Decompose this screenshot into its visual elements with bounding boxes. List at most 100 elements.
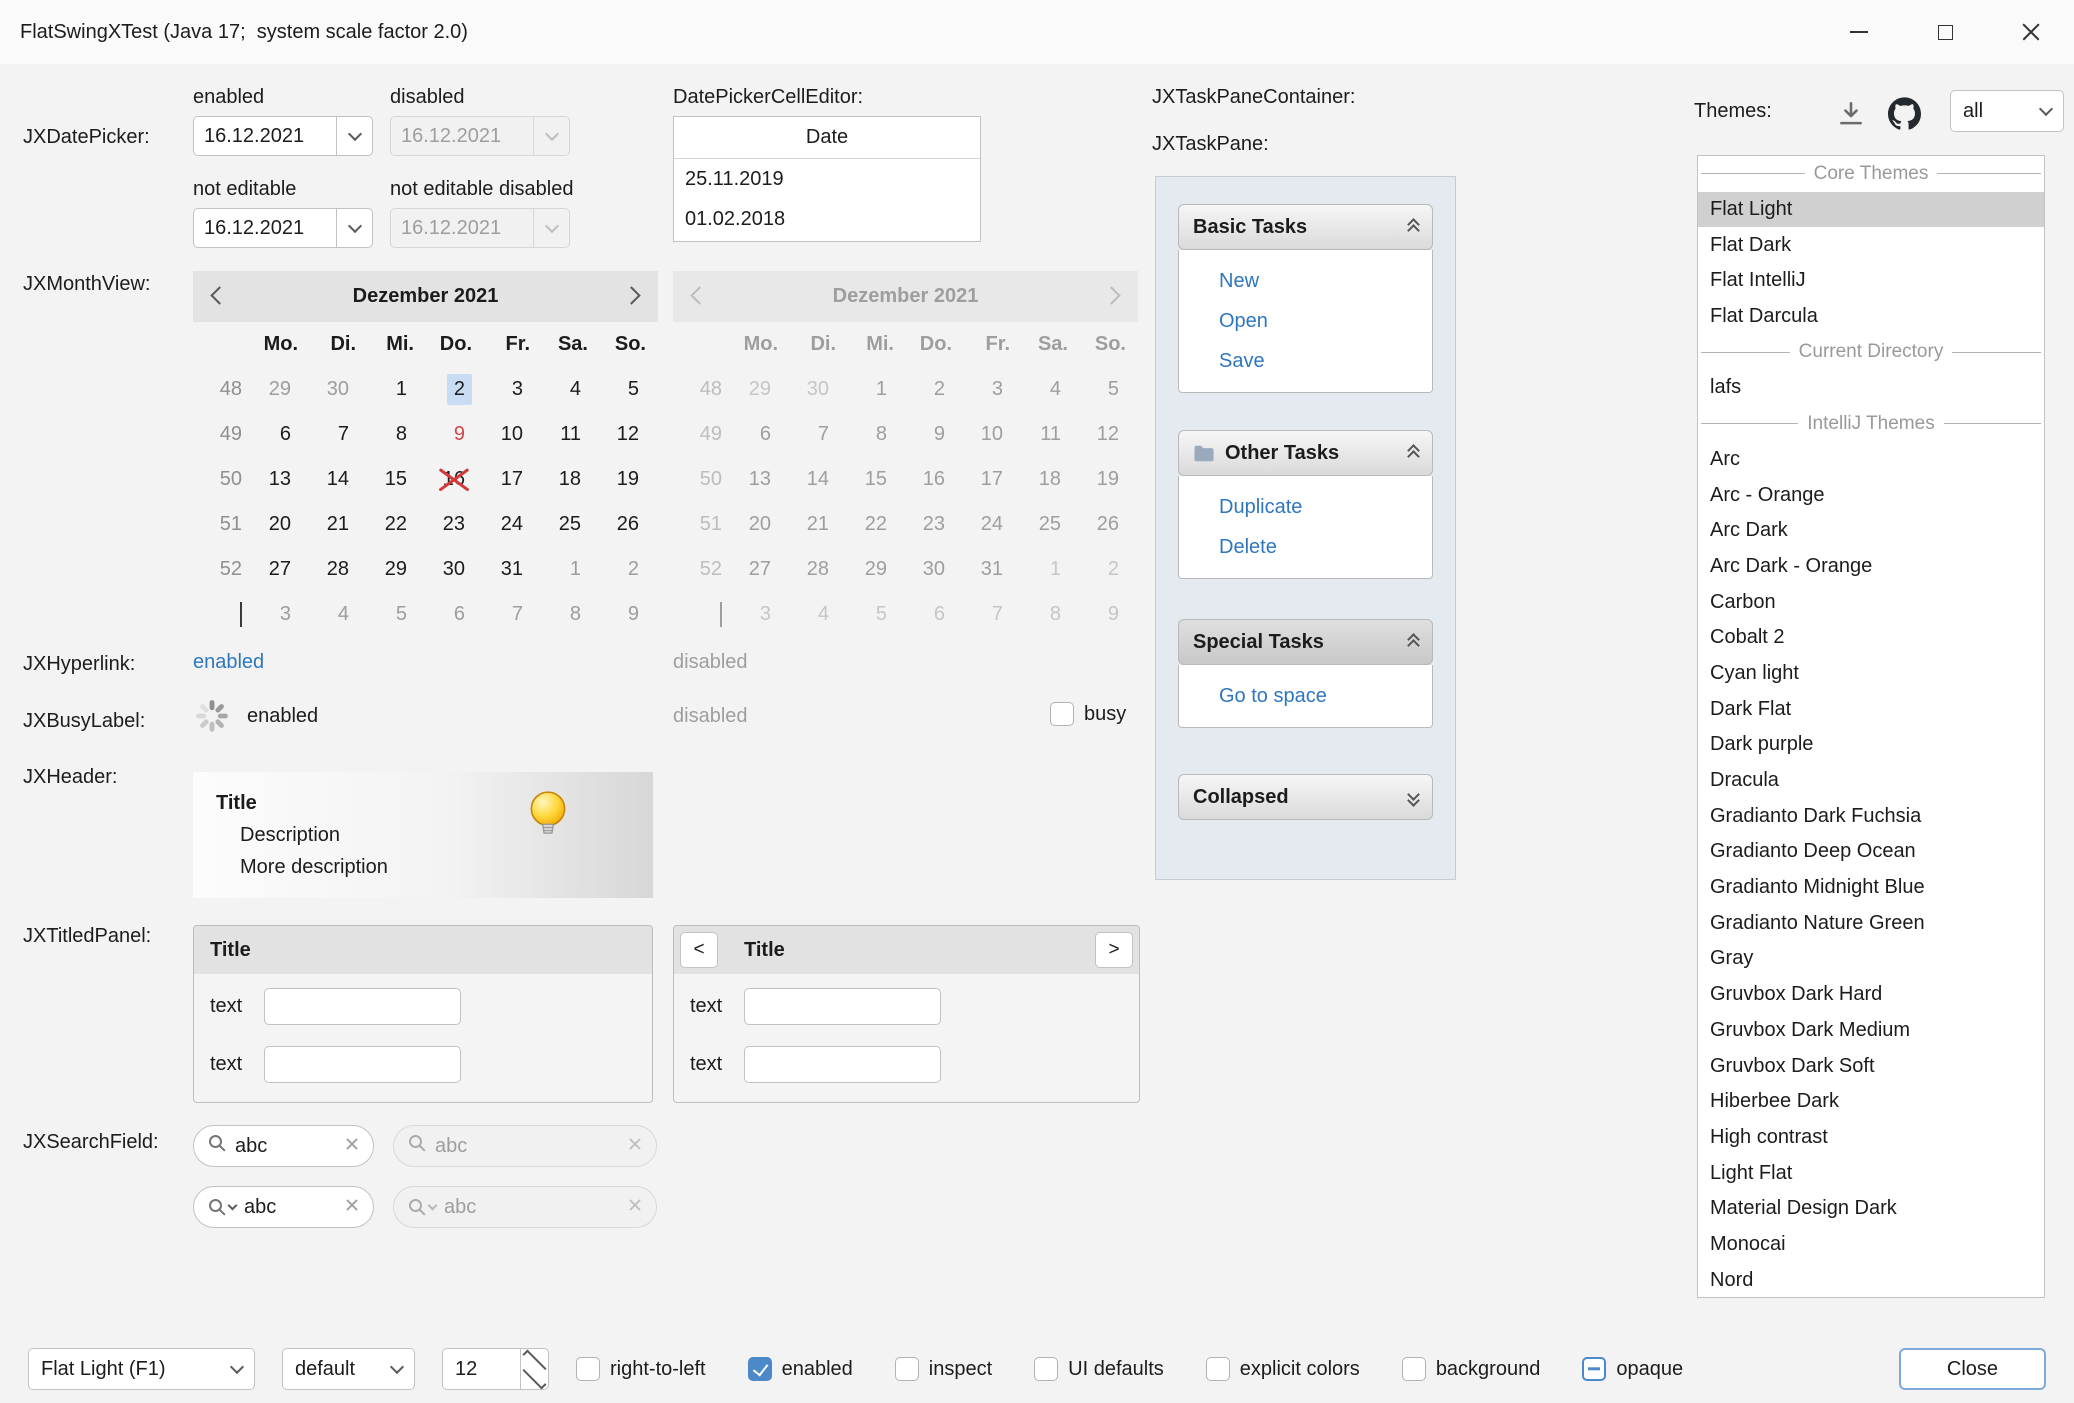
task-link-open[interactable]: Open (1219, 306, 1432, 336)
theme-item-flat-intellij[interactable]: Flat IntelliJ (1698, 263, 2044, 299)
day-cell[interactable]: 6 (426, 599, 484, 630)
theme-item-gradianto-dark-fuchsia[interactable]: Gradianto Dark Fuchsia (1698, 798, 2044, 834)
text-input[interactable] (744, 988, 941, 1025)
theme-item-gradianto-deep-ocean[interactable]: Gradianto Deep Ocean (1698, 834, 2044, 870)
day-cell[interactable]: 30 (426, 554, 484, 585)
checkbox-inspect[interactable]: inspect (895, 1357, 992, 1381)
task-link-delete[interactable]: Delete (1219, 532, 1432, 562)
checkbox-box[interactable] (1050, 702, 1074, 726)
checkbox-box[interactable] (1582, 1357, 1606, 1381)
clear-icon[interactable] (344, 1196, 360, 1219)
day-cell[interactable]: 3 (252, 599, 310, 630)
theme-item-gruvbox-dark-hard[interactable]: Gruvbox Dark Hard (1698, 977, 2044, 1013)
theme-item-gruvbox-dark-soft[interactable]: Gruvbox Dark Soft (1698, 1048, 2044, 1084)
minimize-button[interactable] (1816, 0, 1902, 64)
theme-item-flat-light[interactable]: Flat Light (1698, 192, 2044, 228)
checkbox-enabled[interactable]: enabled (748, 1357, 853, 1381)
day-cell[interactable]: 7 (484, 599, 542, 630)
day-cell[interactable]: 25 (542, 509, 600, 540)
font-size-spinner[interactable]: 12 (442, 1348, 549, 1390)
searchfield-dropdown-enabled[interactable]: abc (193, 1186, 374, 1228)
next-month-button[interactable] (625, 285, 638, 308)
day-cell[interactable]: 12 (600, 419, 658, 450)
themes-filter-combo[interactable]: all (1950, 90, 2064, 132)
day-cell[interactable]: 18 (542, 464, 600, 495)
themes-list[interactable]: Core ThemesFlat LightFlat DarkFlat Intel… (1697, 155, 2045, 1298)
datepicker-dropdown-button[interactable] (336, 209, 372, 247)
day-cell[interactable]: 8 (368, 419, 426, 450)
day-cell[interactable]: 23 (426, 509, 484, 540)
theme-item-flat-darcula[interactable]: Flat Darcula (1698, 299, 2044, 335)
day-cell[interactable]: 10 (484, 419, 542, 450)
theme-item-dark-purple[interactable]: Dark purple (1698, 727, 2044, 763)
day-cell[interactable]: 26 (600, 509, 658, 540)
titledpanel-right-button[interactable]: > (1095, 932, 1133, 968)
checkbox-box[interactable] (748, 1357, 772, 1381)
text-input[interactable] (264, 1046, 461, 1083)
theme-item-arc[interactable]: Arc (1698, 442, 2044, 478)
task-link-go-to-space[interactable]: Go to space (1219, 681, 1432, 711)
day-cell[interactable]: 27 (252, 554, 310, 585)
checkbox-box[interactable] (1402, 1357, 1426, 1381)
checkbox-right-to-left[interactable]: right-to-left (576, 1357, 706, 1381)
checkbox-ui-defaults[interactable]: UI defaults (1034, 1357, 1164, 1381)
theme-item-dracula[interactable]: Dracula (1698, 763, 2044, 799)
datepicker-dropdown-button[interactable] (336, 117, 372, 155)
text-input[interactable] (264, 988, 461, 1025)
day-cell[interactable]: 1 (542, 554, 600, 585)
text-input[interactable] (744, 1046, 941, 1083)
taskpane-header-collapsed[interactable]: Collapsed (1178, 774, 1433, 820)
day-cell[interactable]: 11 (542, 419, 600, 450)
datepicker-value[interactable]: 16.12.2021 (194, 117, 336, 155)
day-cell[interactable]: 29 (368, 554, 426, 585)
day-cell[interactable]: 20 (252, 509, 310, 540)
day-cell[interactable]: 17 (484, 464, 542, 495)
theme-item-dark-flat[interactable]: Dark Flat (1698, 691, 2044, 727)
titledpanel-left-button[interactable]: < (680, 932, 718, 968)
spinner-down-button[interactable] (521, 1369, 548, 1389)
checkbox-box[interactable] (576, 1357, 600, 1381)
hyperlink-enabled[interactable]: enabled (193, 651, 264, 674)
theme-item-gray[interactable]: Gray (1698, 941, 2044, 977)
day-cell[interactable]: 21 (310, 509, 368, 540)
theme-item-hiberbee-dark[interactable]: Hiberbee Dark (1698, 1084, 2044, 1120)
day-cell[interactable]: 30 (310, 374, 368, 405)
taskpane-header-special-tasks[interactable]: Special Tasks (1178, 619, 1433, 665)
day-cell[interactable]: 7 (310, 419, 368, 450)
table-row[interactable]: 25.11.2019 (674, 159, 980, 199)
day-cell[interactable]: 6 (252, 419, 310, 450)
day-cell[interactable]: 5 (600, 374, 658, 405)
day-cell[interactable]: 16 (426, 464, 484, 495)
table-row[interactable]: 01.02.2018 (674, 199, 980, 239)
download-themes-button[interactable] (1836, 99, 1866, 129)
theme-combo[interactable]: Flat Light (F1) (28, 1348, 255, 1390)
day-cell[interactable]: 1 (368, 374, 426, 405)
datepicker-not-editable[interactable]: 16.12.2021 (193, 208, 373, 248)
close-button[interactable]: Close (1899, 1348, 2046, 1390)
checkbox-busy[interactable]: busy (1050, 702, 1126, 726)
theme-item-gradianto-midnight-blue[interactable]: Gradianto Midnight Blue (1698, 870, 2044, 906)
day-cell[interactable]: 9 (426, 419, 484, 450)
theme-item-gradianto-nature-green[interactable]: Gradianto Nature Green (1698, 905, 2044, 941)
github-button[interactable] (1888, 97, 1921, 130)
theme-item-arc-dark[interactable]: Arc Dark (1698, 513, 2044, 549)
theme-item-cobalt-2[interactable]: Cobalt 2 (1698, 620, 2044, 656)
search-dropdown-icon[interactable] (207, 1197, 236, 1217)
maximize-button[interactable] (1902, 0, 1988, 64)
day-cell[interactable]: 24 (484, 509, 542, 540)
checkbox-box[interactable] (1034, 1357, 1058, 1381)
datepicker-cell-editor-table[interactable]: Date 25.11.2019 01.02.2018 (673, 116, 981, 242)
font-combo[interactable]: default (282, 1348, 415, 1390)
theme-item-high-contrast[interactable]: High contrast (1698, 1120, 2044, 1156)
day-cell[interactable]: 14 (310, 464, 368, 495)
theme-item-nord[interactable]: Nord (1698, 1262, 2044, 1298)
task-link-save[interactable]: Save (1219, 346, 1432, 376)
theme-item-cyan-light[interactable]: Cyan light (1698, 656, 2044, 692)
theme-item-arc-dark-orange[interactable]: Arc Dark - Orange (1698, 549, 2044, 585)
day-cell[interactable]: 13 (252, 464, 310, 495)
day-cell[interactable]: 5 (368, 599, 426, 630)
theme-item-material-design-dark[interactable]: Material Design Dark (1698, 1191, 2044, 1227)
day-cell[interactable]: 4 (542, 374, 600, 405)
searchfield-value[interactable]: abc (244, 1196, 336, 1219)
day-cell[interactable]: 8 (542, 599, 600, 630)
